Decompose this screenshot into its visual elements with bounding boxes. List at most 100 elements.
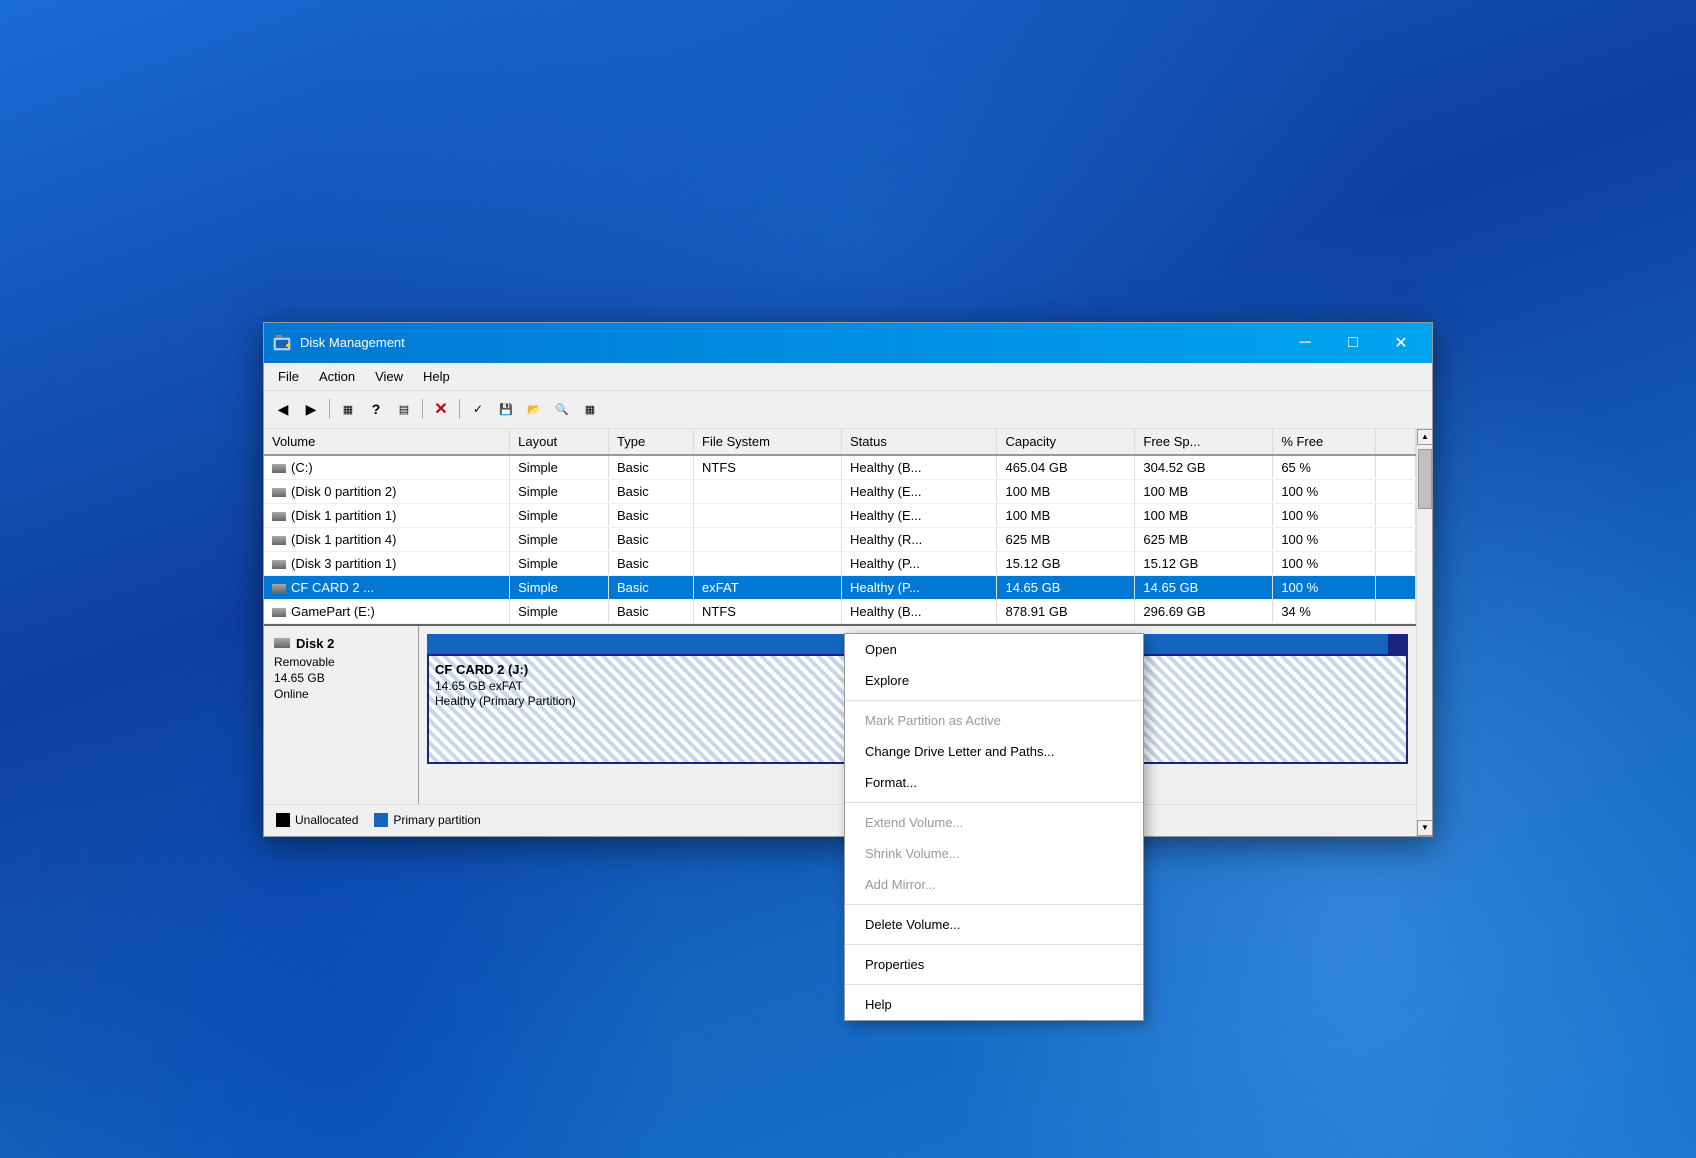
cell-layout: Simple [510,479,609,503]
ctx-item-change-drive-letter-and-paths---[interactable]: Change Drive Letter and Paths... [845,736,1143,767]
cell-extra [1376,575,1416,599]
forward-button[interactable]: ▶ [298,396,324,422]
table-row[interactable]: (C:) Simple Basic NTFS Healthy (B... 465… [264,455,1416,480]
search-toolbar-button[interactable]: 🔍 [549,396,575,422]
ctx-item-shrink-volume---: Shrink Volume... [845,838,1143,869]
cell-extra [1376,503,1416,527]
cell-free: 100 MB [1135,479,1273,503]
cell-status: Healthy (B... [841,455,997,480]
cell-free: 296.69 GB [1135,599,1273,623]
legend-unallocated: Unallocated [276,813,358,827]
cell-layout: Simple [510,503,609,527]
table-row[interactable]: (Disk 1 partition 1) Simple Basic Health… [264,503,1416,527]
cell-fs [694,551,842,575]
table-row[interactable]: (Disk 0 partition 2) Simple Basic Health… [264,479,1416,503]
legend-primary: Primary partition [374,813,480,827]
ctx-item-properties[interactable]: Properties [845,949,1143,980]
cell-type: Basic [609,503,694,527]
legend-primary-label: Primary partition [393,813,480,827]
table-row[interactable]: (Disk 3 partition 1) Simple Basic Health… [264,551,1416,575]
ctx-separator [845,802,1143,803]
scroll-down-arrow[interactable]: ▼ [1417,820,1433,836]
menu-file[interactable]: File [268,365,309,388]
help-toolbar-button[interactable]: ? [363,396,389,422]
menu-bar: File Action View Help [264,363,1432,391]
disk-size: 14.65 GB [274,671,408,685]
table-row[interactable]: CF CARD 2 ... Simple Basic exFAT Healthy… [264,575,1416,599]
cell-free: 304.52 GB [1135,455,1273,480]
disk-label-panel: Disk 2 Removable 14.65 GB Online [264,626,419,804]
cell-pct: 65 % [1273,455,1376,480]
folder-toolbar-button[interactable]: 📂 [521,396,547,422]
table-row[interactable]: GamePart (E:) Simple Basic NTFS Healthy … [264,599,1416,623]
cell-extra [1376,479,1416,503]
ctx-item-extend-volume---: Extend Volume... [845,807,1143,838]
ctx-item-open[interactable]: Open [845,634,1143,665]
cell-fs: NTFS [694,599,842,623]
cell-pct: 34 % [1273,599,1376,623]
col-type[interactable]: Type [609,429,694,455]
ctx-separator [845,944,1143,945]
main-body: Volume Layout Type File System Status Ca… [264,429,1416,836]
ctx-item-help[interactable]: Help [845,989,1143,1020]
ctx-item-add-mirror---: Add Mirror... [845,869,1143,900]
disk-management-window: Disk Management ─ □ ✕ File Action View H… [263,322,1433,837]
cell-volume: (Disk 0 partition 2) [264,479,510,503]
maximize-button[interactable]: □ [1330,327,1376,359]
cell-fs: exFAT [694,575,842,599]
col-status[interactable]: Status [841,429,997,455]
cell-extra [1376,599,1416,623]
menu-help[interactable]: Help [413,365,460,388]
col-pctfree[interactable]: % Free [1273,429,1376,455]
disk-view-button[interactable]: ▦ [335,396,361,422]
ctx-separator [845,700,1143,701]
window-title: Disk Management [300,335,1282,350]
cell-capacity: 878.91 GB [997,599,1135,623]
window-controls: ─ □ ✕ [1282,327,1424,359]
minimize-button[interactable]: ─ [1282,327,1328,359]
cell-status: Healthy (E... [841,503,997,527]
cell-capacity: 100 MB [997,503,1135,527]
disk-status: Online [274,687,408,701]
cell-extra [1376,551,1416,575]
col-freespace[interactable]: Free Sp... [1135,429,1273,455]
cell-capacity: 14.65 GB [997,575,1135,599]
ctx-item-explore[interactable]: Explore [845,665,1143,696]
scroll-up-arrow[interactable]: ▲ [1417,429,1433,445]
col-capacity[interactable]: Capacity [997,429,1135,455]
cell-layout: Simple [510,527,609,551]
cell-volume: (Disk 3 partition 1) [264,551,510,575]
back-button[interactable]: ◀ [270,396,296,422]
cell-pct: 100 % [1273,551,1376,575]
legend-primary-icon [374,813,388,827]
delete-toolbar-button[interactable]: ✕ [428,396,454,422]
ctx-item-format---[interactable]: Format... [845,767,1143,798]
cell-type: Basic [609,575,694,599]
check-button[interactable]: ✓ [465,396,491,422]
app-toolbar-button[interactable]: ▦ [577,396,603,422]
close-button[interactable]: ✕ [1378,327,1424,359]
scrollbar-vertical: ▲ ▼ [1416,429,1432,836]
ctx-item-delete-volume---[interactable]: Delete Volume... [845,909,1143,940]
table-row[interactable]: (Disk 1 partition 4) Simple Basic Health… [264,527,1416,551]
legend-unallocated-icon [276,813,290,827]
cell-capacity: 100 MB [997,479,1135,503]
cell-pct: 100 % [1273,527,1376,551]
cell-fs [694,503,842,527]
col-filesystem[interactable]: File System [694,429,842,455]
save-toolbar-button[interactable]: 💾 [493,396,519,422]
cell-extra [1376,527,1416,551]
partition-button[interactable]: ▤ [391,396,417,422]
scroll-track[interactable] [1417,445,1432,820]
scroll-thumb[interactable] [1418,449,1432,509]
cell-free: 625 MB [1135,527,1273,551]
app-icon [272,333,292,353]
cell-fs [694,479,842,503]
cell-volume: GamePart (E:) [264,599,510,623]
cell-layout: Simple [510,455,609,480]
cell-status: Healthy (R... [841,527,997,551]
col-volume[interactable]: Volume [264,429,510,455]
menu-action[interactable]: Action [309,365,365,388]
col-layout[interactable]: Layout [510,429,609,455]
menu-view[interactable]: View [365,365,413,388]
